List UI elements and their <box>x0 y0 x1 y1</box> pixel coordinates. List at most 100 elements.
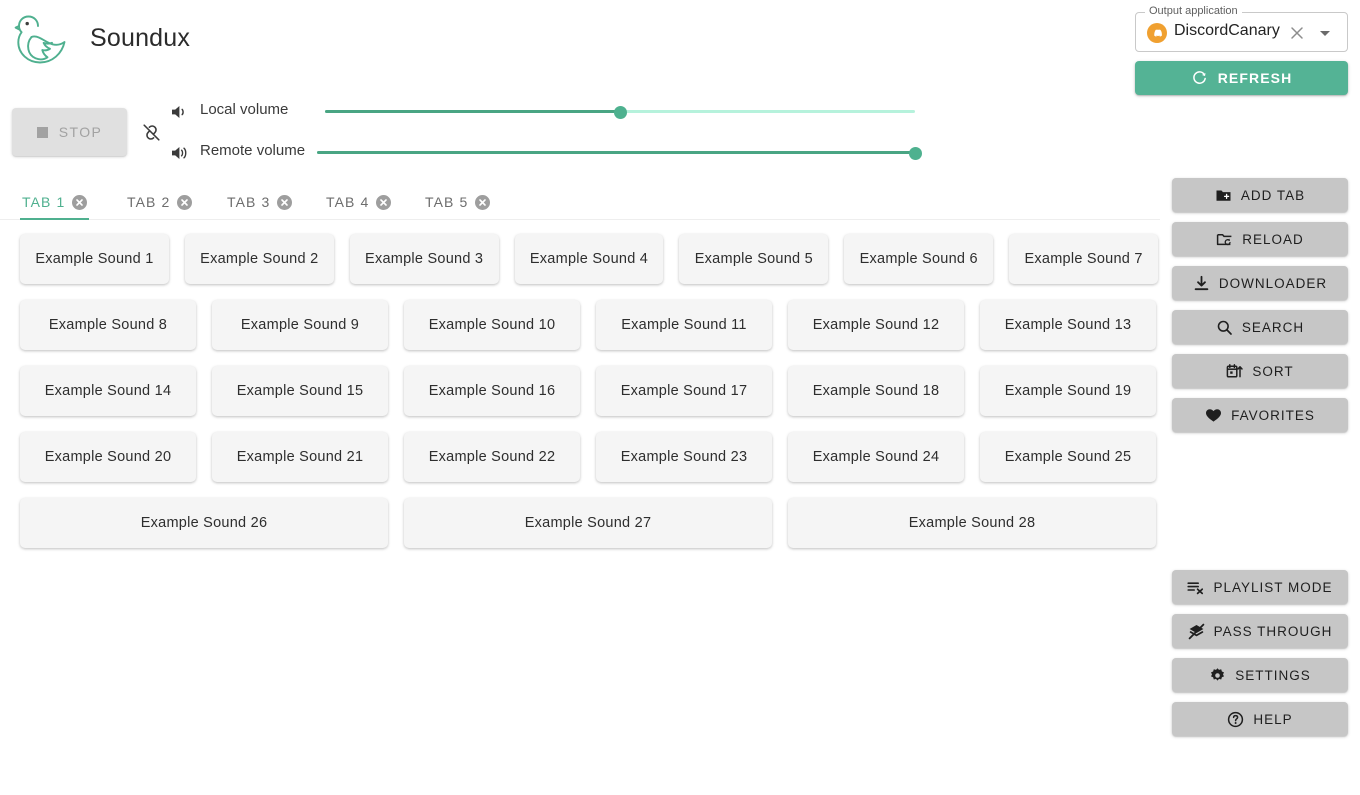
sound-card-label: Example Sound 4 <box>529 251 649 267</box>
sort-button[interactable]: SORT <box>1172 354 1348 388</box>
sound-card[interactable]: Example Sound 13 <box>980 300 1156 350</box>
favorites-label: FAVORITES <box>1231 407 1315 423</box>
refresh-button[interactable]: REFRESH <box>1135 61 1348 95</box>
tab-label: TAB 4 <box>326 194 370 210</box>
help-circle-icon <box>1227 711 1244 728</box>
sound-row: Example Sound 20 Example Sound 21 Example … <box>20 432 1158 482</box>
close-circle-icon[interactable] <box>177 194 193 210</box>
sound-card[interactable]: Example Sound 23 <box>596 432 772 482</box>
playlist-remove-icon <box>1187 579 1204 596</box>
close-icon[interactable] <box>1288 24 1306 42</box>
slider-thumb[interactable] <box>613 105 627 119</box>
sound-card[interactable]: Example Sound 20 <box>20 432 196 482</box>
sound-card-label: Example Sound 3 <box>365 251 484 267</box>
downloader-button[interactable]: DOWNLOADER <box>1172 266 1348 300</box>
sound-card[interactable]: Example Sound 8 <box>20 300 196 350</box>
sound-card-label: Example Sound 17 <box>620 383 748 399</box>
add-tab-label: ADD TAB <box>1240 187 1306 203</box>
sound-card[interactable]: Example Sound 24 <box>788 432 964 482</box>
sound-card[interactable]: Example Sound 17 <box>596 366 772 416</box>
search-label: SEARCH <box>1241 319 1305 335</box>
sound-card[interactable]: Example Sound 10 <box>404 300 580 350</box>
link-off-icon[interactable] <box>141 122 162 143</box>
sound-card[interactable]: Example Sound 22 <box>404 432 580 482</box>
sound-card[interactable]: Example Sound 3 <box>349 234 499 284</box>
playlist-mode-label: PLAYLIST MODE <box>1213 579 1333 595</box>
discord-icon <box>1147 23 1167 43</box>
page-title: Soundux <box>90 24 191 52</box>
tab-label: TAB 1 <box>22 194 66 210</box>
sound-card[interactable]: Example Sound 9 <box>212 300 388 350</box>
sound-card-label: Example Sound 15 <box>236 383 364 399</box>
sound-card[interactable]: Example Sound 7 <box>1009 234 1159 284</box>
sound-card-label: Example Sound 5 <box>694 251 813 267</box>
sound-grid: Example Sound 1 Example Sound 2 Example So… <box>20 234 1159 564</box>
favorites-button[interactable]: FAVORITES <box>1172 398 1348 432</box>
sound-card[interactable]: Example Sound 28 <box>788 498 1156 548</box>
tab-4[interactable]: TAB 4 <box>324 184 393 220</box>
chevron-down-icon[interactable] <box>1318 28 1332 38</box>
slider-fill <box>325 110 620 113</box>
sound-card[interactable]: Example Sound 5 <box>679 234 829 284</box>
sound-card[interactable]: Example Sound 2 <box>184 234 334 284</box>
slider-thumb[interactable] <box>908 146 922 160</box>
remote-volume-label: Remote volume <box>200 142 306 159</box>
sound-card-label: Example Sound 10 <box>428 317 556 333</box>
output-application-value: DiscordCanary <box>1174 22 1280 39</box>
output-application-select[interactable]: Output application DiscordCanary <box>1135 5 1348 52</box>
tab-5[interactable]: TAB 5 <box>423 184 492 220</box>
sound-row: Example Sound 8 Example Sound 9 Example So… <box>20 300 1158 350</box>
sound-card-label: Example Sound 13 <box>1004 317 1132 333</box>
remote-volume-row: Remote volume <box>170 141 922 165</box>
sound-card-label: Example Sound 18 <box>812 383 940 399</box>
remote-volume-slider[interactable] <box>317 141 922 163</box>
settings-button[interactable]: SETTINGS <box>1172 658 1348 692</box>
sound-card-label: Example Sound 21 <box>236 449 364 465</box>
sound-card[interactable]: Example Sound 6 <box>844 234 994 284</box>
close-circle-icon[interactable] <box>277 194 293 210</box>
stop-button[interactable]: STOP <box>12 108 127 156</box>
local-volume-slider[interactable] <box>325 100 915 122</box>
sound-card[interactable]: Example Sound 4 <box>514 234 664 284</box>
playlist-mode-button[interactable]: PLAYLIST MODE <box>1172 570 1348 604</box>
sound-card[interactable]: Example Sound 16 <box>404 366 580 416</box>
tab-label: TAB 5 <box>425 194 469 210</box>
add-tab-button[interactable]: ADD TAB <box>1172 178 1348 212</box>
downloader-label: DOWNLOADER <box>1218 275 1328 291</box>
close-circle-icon[interactable] <box>72 194 88 210</box>
sound-card[interactable]: Example Sound 14 <box>20 366 196 416</box>
sound-card[interactable]: Example Sound 15 <box>212 366 388 416</box>
sound-card[interactable]: Example Sound 18 <box>788 366 964 416</box>
sound-card[interactable]: Example Sound 11 <box>596 300 772 350</box>
sort-label: SORT <box>1252 363 1294 379</box>
sound-card[interactable]: Example Sound 25 <box>980 432 1156 482</box>
sound-card-label: Example Sound 26 <box>140 515 268 531</box>
sound-card-label: Example Sound 9 <box>240 317 360 333</box>
tab-2[interactable]: TAB 2 <box>125 184 194 220</box>
sound-card[interactable]: Example Sound 1 <box>20 234 169 284</box>
heart-icon <box>1205 407 1222 424</box>
tab-1[interactable]: TAB 1 <box>20 184 90 220</box>
output-application-label: Output application <box>1145 5 1242 17</box>
sound-card-label: Example Sound 14 <box>44 383 172 399</box>
help-button[interactable]: HELP <box>1172 702 1348 736</box>
close-circle-icon[interactable] <box>376 194 392 210</box>
slider-fill <box>317 151 915 154</box>
sound-card[interactable]: Example Sound 26 <box>20 498 388 548</box>
close-circle-icon[interactable] <box>475 194 491 210</box>
stop-square-icon <box>36 126 48 138</box>
tab-3[interactable]: TAB 3 <box>225 184 294 220</box>
reload-button[interactable]: RELOAD <box>1172 222 1348 256</box>
sound-card[interactable]: Example Sound 12 <box>788 300 964 350</box>
active-tab-indicator <box>20 218 90 220</box>
sound-card[interactable]: Example Sound 27 <box>404 498 772 548</box>
local-volume-label: Local volume <box>200 101 289 118</box>
sound-card[interactable]: Example Sound 21 <box>212 432 388 482</box>
sidebar-top: ADD TAB RELOAD DOWNLOADER SEARCH SORT FAVORIT… <box>1172 178 1348 442</box>
sound-card-label: Example Sound 2 <box>200 251 319 267</box>
pass-through-button[interactable]: PASS THROUGH <box>1172 614 1348 648</box>
sound-card-label: Example Sound 11 <box>621 317 747 333</box>
folder-plus-icon <box>1215 187 1232 204</box>
search-button[interactable]: SEARCH <box>1172 310 1348 344</box>
sound-card[interactable]: Example Sound 19 <box>980 366 1156 416</box>
